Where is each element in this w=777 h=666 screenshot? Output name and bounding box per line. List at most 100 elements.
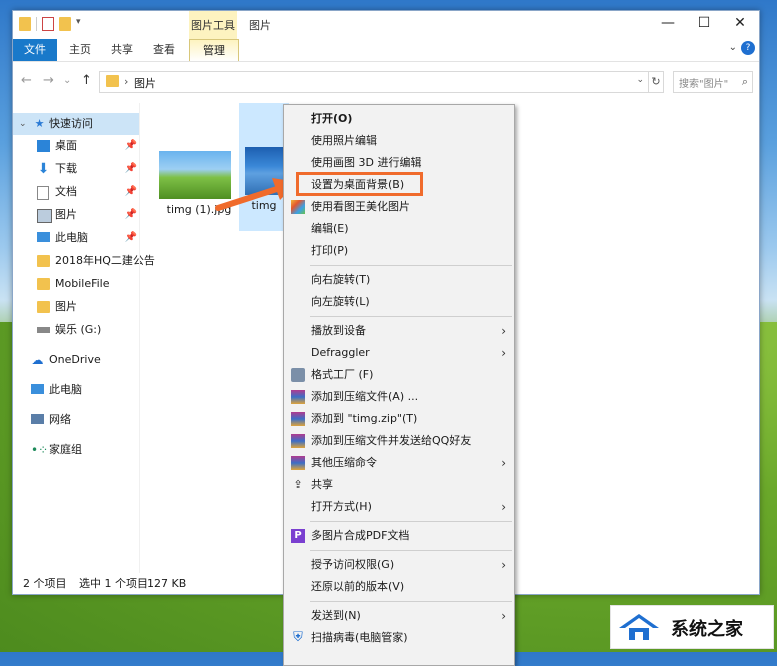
minimize-button[interactable]: — [653, 15, 683, 31]
help-icon[interactable]: ? [741, 41, 755, 55]
menu-item-0-6[interactable]: 打印(P) [284, 240, 514, 262]
chevron-right-icon: › [501, 609, 506, 623]
menu-separator [310, 265, 512, 266]
share-icon: ⇪ [293, 478, 303, 491]
menu-item-0-1[interactable]: 使用照片编辑 [284, 130, 514, 152]
customize-toolbar-icon[interactable]: ▾ [76, 17, 84, 31]
nav-homegroup[interactable]: •⁘ 家庭组 [13, 439, 139, 461]
menu-item-2-7[interactable]: ⇪ 共享 [284, 474, 514, 496]
nav-item-drive-g[interactable]: 娱乐 (G:) [13, 319, 139, 341]
nav-label: 桌面 [55, 139, 77, 152]
recent-locations-button[interactable]: ⌄ [63, 75, 71, 86]
nav-network[interactable]: 网络 [13, 409, 139, 431]
folder-icon[interactable] [19, 17, 31, 31]
menu-item-5-0[interactable]: 发送到(N) › [284, 605, 514, 627]
menu-item-2-6[interactable]: 其他压缩命令 › [284, 452, 514, 474]
nav-item-folder[interactable]: 2018年HQ二建公告 [13, 250, 155, 272]
selection-count: 选中 1 个项目 [79, 577, 148, 590]
pin-icon: 📌 [124, 140, 137, 151]
menu-item-0-5[interactable]: 编辑(E) [284, 218, 514, 240]
menu-item-2-1[interactable]: Defraggler › [284, 342, 514, 364]
chevron-right-icon: › [501, 456, 506, 470]
computer-icon [37, 232, 50, 242]
address-bar[interactable]: › 图片 ⌄ [99, 71, 649, 93]
search-input[interactable]: 搜索"图片" ⌕ [673, 71, 753, 93]
nav-item-pictures-folder[interactable]: 图片 [13, 296, 139, 318]
menu-item-3-0[interactable]: P 多图片合成PDF文档 [284, 525, 514, 547]
chevron-down-icon[interactable]: ⌄ [636, 75, 644, 85]
menu-item-label: 添加到 "timg.zip"(T) [311, 412, 418, 425]
nav-label: 文档 [55, 185, 77, 198]
menu-item-label: 授予访问权限(G) [311, 558, 395, 571]
search-icon[interactable]: ⌕ [742, 75, 748, 89]
address-row: ← → ⌄ ↑ › 图片 ⌄ ↻ 搜索"图片" ⌕ [13, 69, 759, 95]
menu-item-label: 扫描病毒(电脑管家) [311, 631, 408, 644]
winrar-icon [291, 390, 305, 404]
menu-item-1-1[interactable]: 向左旋转(L) [284, 291, 514, 313]
back-button[interactable]: ← [21, 73, 32, 88]
menu-item-0-2[interactable]: 使用画图 3D 进行编辑 [284, 152, 514, 174]
quick-access-toolbar: ▾ [19, 17, 84, 31]
watermark: 系统之家 [610, 605, 774, 649]
menu-item-1-0[interactable]: 向右旋转(T) [284, 269, 514, 291]
menu-separator [310, 601, 512, 602]
menu-item-5-1[interactable]: ⛨ 扫描病毒(电脑管家) [284, 627, 514, 649]
tab-share[interactable]: 共享 [111, 39, 133, 61]
close-button[interactable]: ✕ [725, 15, 755, 31]
menu-item-label: 使用看图王美化图片 [311, 200, 410, 213]
menu-item-2-2[interactable]: 格式工厂 (F) [284, 364, 514, 386]
nav-item-documents[interactable]: 文档 📌 [13, 181, 139, 203]
nav-label: OneDrive [49, 353, 101, 366]
winrar-icon [291, 456, 305, 470]
properties-icon[interactable] [42, 17, 54, 31]
menu-item-4-0[interactable]: 授予访问权限(G) › [284, 554, 514, 576]
menu-item-2-5[interactable]: 添加到压缩文件并发送给QQ好友 [284, 430, 514, 452]
chevron-down-icon[interactable]: ⌄ [19, 113, 27, 135]
winrar-icon [291, 434, 305, 448]
menu-item-4-1[interactable]: 还原以前的版本(V) [284, 576, 514, 598]
menu-item-2-0[interactable]: 播放到设备 › [284, 320, 514, 342]
ribbon: 文件 主页 共享 查看 管理 ⌄ ? [13, 39, 759, 62]
menu-item-2-3[interactable]: 添加到压缩文件(A) ... [284, 386, 514, 408]
menu-item-0-0[interactable]: 打开(O) [284, 108, 514, 130]
nav-label: 此电脑 [49, 383, 82, 396]
refresh-button[interactable]: ↻ [648, 71, 664, 93]
nav-label: 下载 [55, 162, 77, 175]
toolbar-divider [36, 17, 37, 31]
nav-item-this-pc[interactable]: 此电脑 📌 [13, 227, 139, 249]
breadcrumb[interactable]: 图片 [134, 75, 156, 91]
menu-item-label: 添加到压缩文件并发送给QQ好友 [311, 434, 472, 447]
tab-file[interactable]: 文件 [13, 39, 57, 61]
watermark-text: 系统之家 [671, 619, 743, 640]
nav-item-pictures[interactable]: 图片 📌 [13, 204, 139, 226]
menu-item-2-4[interactable]: 添加到 "timg.zip"(T) [284, 408, 514, 430]
tab-view[interactable]: 查看 [153, 39, 175, 61]
menu-item-label: 添加到压缩文件(A) ... [311, 390, 419, 403]
search-placeholder: 搜索"图片" [679, 79, 729, 90]
nav-quick-access[interactable]: ⌄ ★ 快速访问 [13, 113, 139, 135]
nav-this-pc[interactable]: 此电脑 [13, 379, 139, 401]
nav-item-downloads[interactable]: ⬇ 下载 📌 [13, 158, 139, 180]
menu-item-label: 使用照片编辑 [311, 134, 377, 147]
chevron-down-icon[interactable]: ⌄ [729, 42, 737, 53]
menu-item-0-4[interactable]: 使用看图王美化图片 [284, 196, 514, 218]
highlight-box [296, 172, 423, 196]
nav-onedrive[interactable]: ☁ OneDrive [13, 349, 139, 371]
nav-item-desktop[interactable]: 桌面 📌 [13, 135, 139, 157]
tab-home[interactable]: 主页 [69, 39, 91, 61]
tab-manage[interactable]: 管理 [189, 39, 239, 61]
drive-icon [37, 327, 50, 333]
menu-item-2-8[interactable]: 打开方式(H) › [284, 496, 514, 518]
item-count: 2 个项目 [23, 577, 67, 590]
forward-button[interactable]: → [43, 73, 54, 88]
maximize-button[interactable]: ☐ [689, 15, 719, 31]
nav-label: MobileFile [55, 277, 110, 290]
menu-item-label: 打印(P) [311, 244, 349, 257]
network-icon [31, 414, 44, 424]
nav-item-mobilefile[interactable]: MobileFile [13, 273, 139, 295]
up-button[interactable]: ↑ [81, 73, 92, 88]
pane-divider [139, 103, 140, 573]
new-folder-icon[interactable] [59, 17, 71, 31]
shield-icon: ⛨ [293, 630, 303, 645]
menu-item-label: Defraggler [311, 346, 370, 359]
